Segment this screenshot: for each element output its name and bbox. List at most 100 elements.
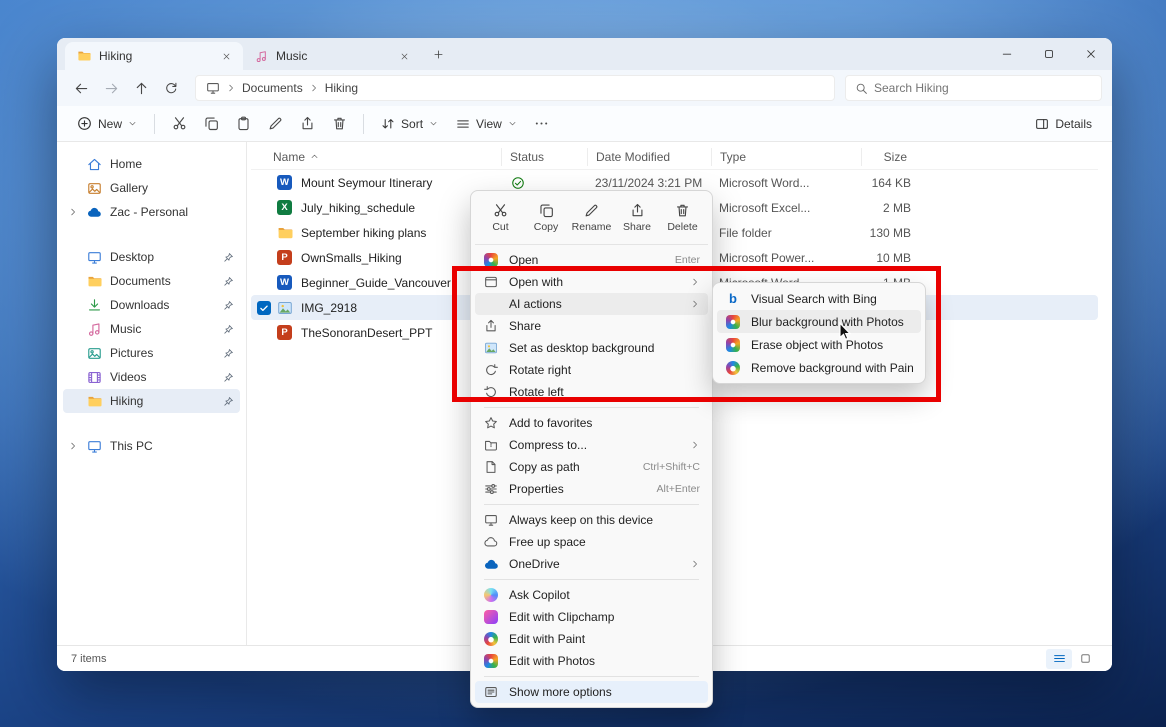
rename-button[interactable]: Rename	[570, 197, 613, 239]
large-icons-view-toggle[interactable]	[1072, 649, 1098, 669]
copy-button[interactable]	[196, 110, 226, 138]
column-header-date-modified[interactable]: Date Modified	[587, 148, 711, 166]
breadcrumb-item-documents[interactable]: Documents	[242, 81, 303, 95]
refresh-button[interactable]	[157, 74, 185, 102]
cut-button[interactable]	[164, 110, 194, 138]
menu-item-show-more-options[interactable]: Show more options	[475, 681, 708, 703]
desktop: Hiking Music Docume	[0, 0, 1166, 727]
details-pane-icon	[1035, 117, 1049, 131]
chevron-right-icon[interactable]	[68, 441, 78, 451]
star-icon	[483, 416, 499, 430]
breadcrumb-item-hiking[interactable]: Hiking	[325, 81, 358, 95]
column-header-status[interactable]: Status	[501, 148, 587, 166]
navigation-pane: Home Gallery Zac - Personal Desktop	[57, 142, 247, 645]
menu-item-edit-with-clipchamp[interactable]: Edit with Clipchamp	[475, 606, 708, 628]
items-count: 7 items	[71, 653, 106, 665]
sidebar-item-hiking[interactable]: Hiking	[63, 389, 240, 413]
sidebar-item-downloads[interactable]: Downloads	[63, 293, 240, 317]
paste-button[interactable]	[228, 110, 258, 138]
menu-item-always-keep-on-this-device[interactable]: Always keep on this device	[475, 509, 708, 531]
menu-item-edit-with-paint[interactable]: Edit with Paint	[475, 628, 708, 650]
chevron-down-icon	[508, 119, 517, 128]
chevron-right-icon	[309, 83, 319, 93]
back-button[interactable]	[67, 74, 95, 102]
sync-status-icon	[501, 176, 587, 190]
sidebar-item-documents[interactable]: Documents	[63, 269, 240, 293]
sidebar-item-pictures[interactable]: Pictures	[63, 341, 240, 365]
new-tab-button[interactable]	[425, 41, 451, 67]
menu-item-add-to-favorites[interactable]: Add to favorites	[475, 412, 708, 434]
gallery-icon	[87, 181, 102, 196]
share-button[interactable]	[292, 110, 322, 138]
sidebar-item-videos[interactable]: Videos	[63, 365, 240, 389]
powerpoint-file-icon: P	[277, 325, 301, 340]
pin-icon	[223, 396, 234, 407]
search-input[interactable]	[874, 81, 1092, 95]
rename-button[interactable]	[260, 110, 290, 138]
close-tab-icon[interactable]	[395, 47, 413, 65]
pin-icon	[223, 348, 234, 359]
divider	[363, 114, 364, 134]
delete-button[interactable]	[324, 110, 354, 138]
chevron-right-icon	[690, 440, 700, 450]
red-annotation-box	[452, 266, 941, 402]
chevron-right-icon	[226, 83, 236, 93]
details-view-toggle[interactable]	[1046, 649, 1072, 669]
device-icon	[483, 513, 499, 527]
up-button[interactable]	[127, 74, 155, 102]
onedrive-icon	[483, 557, 499, 572]
mouse-cursor	[838, 322, 853, 347]
column-header-name[interactable]: Name	[251, 148, 501, 166]
navigation-bar: Documents Hiking	[57, 70, 1112, 106]
pin-icon	[223, 300, 234, 311]
tab-hiking[interactable]: Hiking	[65, 42, 243, 70]
menu-item-free-up-space[interactable]: Free up space	[475, 531, 708, 553]
menu-item-compress-to[interactable]: Compress to...	[475, 434, 708, 456]
sort-button[interactable]: Sort	[373, 110, 446, 138]
chevron-right-icon[interactable]	[68, 207, 78, 217]
breadcrumb: Documents Hiking	[195, 75, 835, 101]
paint-icon	[483, 632, 499, 646]
plus-circle-icon	[77, 116, 92, 131]
close-tab-icon[interactable]	[217, 47, 235, 65]
minimize-button[interactable]	[986, 38, 1028, 70]
column-headers: Name Status Date Modified Type Size	[251, 144, 1098, 170]
excel-file-icon: X	[277, 200, 301, 215]
sort-icon	[381, 117, 395, 131]
row-checkbox[interactable]	[251, 301, 277, 315]
new-button[interactable]: New	[69, 110, 145, 138]
close-button[interactable]	[1070, 38, 1112, 70]
details-pane-button[interactable]: Details	[1027, 110, 1100, 138]
maximize-button[interactable]	[1028, 38, 1070, 70]
sidebar-item-music[interactable]: Music	[63, 317, 240, 341]
view-button[interactable]: View	[448, 110, 525, 138]
tab-music[interactable]: Music	[243, 42, 421, 70]
share-button[interactable]: Share	[616, 197, 659, 239]
cut-button[interactable]: Cut	[479, 197, 522, 239]
menu-item-ask-copilot[interactable]: Ask Copilot	[475, 584, 708, 606]
sidebar-item-home[interactable]: Home	[63, 152, 240, 176]
sidebar-item-this-pc[interactable]: This PC	[63, 434, 240, 458]
menu-item-copy-as-path[interactable]: Copy as path Ctrl+Shift+C	[475, 456, 708, 478]
downloads-icon	[87, 298, 102, 313]
menu-item-onedrive[interactable]: OneDrive	[475, 553, 708, 575]
sidebar-item-gallery[interactable]: Gallery	[63, 176, 240, 200]
menu-item-properties[interactable]: Properties Alt+Enter	[475, 478, 708, 500]
column-header-size[interactable]: Size	[861, 148, 915, 166]
menu-item-edit-with-photos[interactable]: Edit with Photos	[475, 650, 708, 672]
copy-button[interactable]: Copy	[525, 197, 568, 239]
word-file-icon: W	[277, 175, 301, 190]
delete-button[interactable]: Delete	[661, 197, 704, 239]
column-header-type[interactable]: Type	[711, 148, 861, 166]
divider	[154, 114, 155, 134]
more-options-button[interactable]	[527, 110, 557, 138]
sidebar-item-onedrive-personal[interactable]: Zac - Personal	[63, 200, 240, 224]
menu-separator	[484, 407, 699, 408]
search-box	[845, 75, 1102, 101]
music-icon	[255, 50, 268, 63]
menu-separator	[484, 504, 699, 505]
forward-button[interactable]	[97, 74, 125, 102]
cloud-icon	[483, 535, 499, 549]
sidebar-item-desktop[interactable]: Desktop	[63, 245, 240, 269]
pin-icon	[223, 276, 234, 287]
